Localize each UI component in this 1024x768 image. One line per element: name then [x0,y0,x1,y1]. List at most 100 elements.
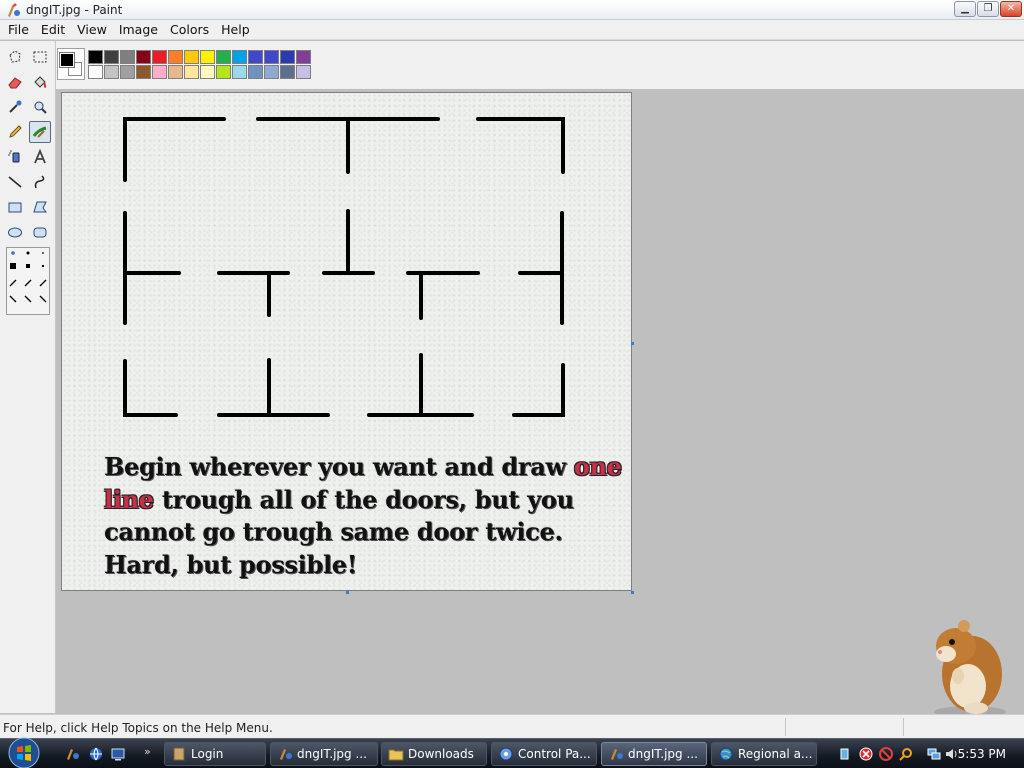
palette-swatch[interactable] [104,50,119,64]
palette-swatch[interactable] [120,65,135,79]
taskbar-button-login[interactable]: Login [164,742,266,766]
palette-swatch[interactable] [216,50,231,64]
show-desktop-icon[interactable] [110,746,126,762]
palette-swatch[interactable] [168,65,183,79]
palette-swatch[interactable] [248,50,263,64]
palette-swatch[interactable] [280,50,295,64]
highlight-one: one [573,452,622,481]
palette-swatch[interactable] [296,50,311,64]
palette-swatch[interactable] [136,65,151,79]
paint-quicklaunch-icon[interactable] [64,746,80,762]
menu-file[interactable]: File [2,20,35,40]
palette-swatch[interactable] [88,65,103,79]
taskbar-button-regional[interactable]: Regional a... [711,742,817,766]
taskbar-button-label: Login [191,747,224,761]
security-alert-icon[interactable] [858,746,874,762]
start-button[interactable] [4,735,44,768]
quicklaunch-more-icon[interactable]: » [144,745,151,758]
palette-swatch[interactable] [248,65,263,79]
palette-swatch[interactable] [184,65,199,79]
palette-swatch[interactable] [168,50,183,64]
fill-tool[interactable] [29,71,51,93]
maze-drawing [123,117,565,417]
palette-swatch[interactable] [152,65,167,79]
palette-swatch[interactable] [232,50,247,64]
palette-swatch[interactable] [200,50,215,64]
status-help-text: For Help, click Help Topics on the Help … [3,721,273,735]
login-icon [173,747,185,761]
menu-help[interactable]: Help [215,20,256,40]
eraser-tool[interactable] [4,71,26,93]
minimize-button[interactable]: ▁ [954,1,976,17]
network-icon[interactable] [926,746,942,762]
palette-swatch[interactable] [232,65,247,79]
brush-size-options[interactable] [6,247,50,315]
menu-edit[interactable]: Edit [35,20,71,40]
pencil-icon [9,125,22,138]
palette-swatch[interactable] [88,50,103,64]
rounded-rectangle-tool[interactable] [29,221,51,243]
rectangle-icon [8,202,22,213]
menu-image[interactable]: Image [113,20,164,40]
browser-quicklaunch-icon[interactable] [88,746,104,762]
curve-tool[interactable] [29,171,51,193]
taskbar-button-label: Control Pa... [518,747,591,761]
paint-icon [611,749,623,760]
palette-swatch[interactable] [216,65,231,79]
line-tool[interactable] [4,171,26,193]
resize-handle-right[interactable] [631,342,634,345]
free-form-select-tool[interactable] [4,46,26,68]
brush-icon [32,126,47,138]
palette-swatch[interactable] [264,50,279,64]
rectangle-tool[interactable] [4,196,26,218]
menu-colors[interactable]: Colors [164,20,215,40]
brush-tool[interactable] [29,121,51,143]
palette-swatch[interactable] [200,65,215,79]
brush-shapes-icon [9,251,47,303]
puzzle-line-1: Begin wherever you want and draw one [104,451,624,484]
palette-swatch[interactable] [104,65,119,79]
menu-view[interactable]: View [71,20,113,40]
taskbar-button-label: Downloads [408,747,474,761]
polygon-tool[interactable] [29,196,51,218]
taskbar-clock[interactable]: 5:53 PM [958,747,1006,761]
hamster-mascot-icon [934,620,1006,718]
image-canvas[interactable]: Begin wherever you want and draw one lin… [61,92,632,591]
rect-select-icon [33,51,47,63]
palette-swatch[interactable] [280,65,295,79]
puzzle-line-1-text: Begin wherever you want and draw [104,452,574,481]
taskbar-button-control-panel[interactable]: Control Pa... [491,742,597,766]
taskbar-button-paint-2[interactable]: dngIT.jpg ... [601,742,707,766]
resize-handle-bottom[interactable] [346,591,349,594]
window-title: dngIT.jpg - Paint [26,3,123,17]
magnifier-tool[interactable] [29,96,51,118]
restore-icon: ❐ [983,3,993,14]
pick-color-tool[interactable] [4,96,26,118]
palette-swatch[interactable] [264,65,279,79]
system-tray: 5:53 PM [834,744,1022,764]
palette-swatch[interactable] [296,65,311,79]
maximize-button[interactable]: ❐ [977,1,999,17]
taskbar-button-downloads[interactable]: Downloads [381,742,487,766]
taskbar-button-label: dngIT.jpg ... [297,747,367,761]
network-tray-icon[interactable] [838,746,854,762]
palette-swatch[interactable] [184,50,199,64]
taskbar-button-paint-1[interactable]: dngIT.jpg ... [270,742,378,766]
text-tool[interactable] [29,146,51,168]
blocked-icon[interactable] [878,746,894,762]
text-icon [34,149,46,164]
airbrush-tool[interactable] [4,146,26,168]
ellipse-tool[interactable] [4,221,26,243]
regional-icon [719,747,733,761]
select-tool[interactable] [29,46,51,68]
foreground-color[interactable] [59,52,75,68]
resize-handle-corner[interactable] [631,591,634,594]
palette-swatch[interactable] [152,50,167,64]
search-tray-icon[interactable] [898,746,914,762]
palette-swatch[interactable] [136,50,151,64]
ellipse-icon [8,227,22,238]
menu-bar: File Edit View Image Colors Help [0,20,1024,40]
pencil-tool[interactable] [4,121,26,143]
close-button[interactable]: ✕ [1000,1,1022,17]
palette-swatch[interactable] [120,50,135,64]
